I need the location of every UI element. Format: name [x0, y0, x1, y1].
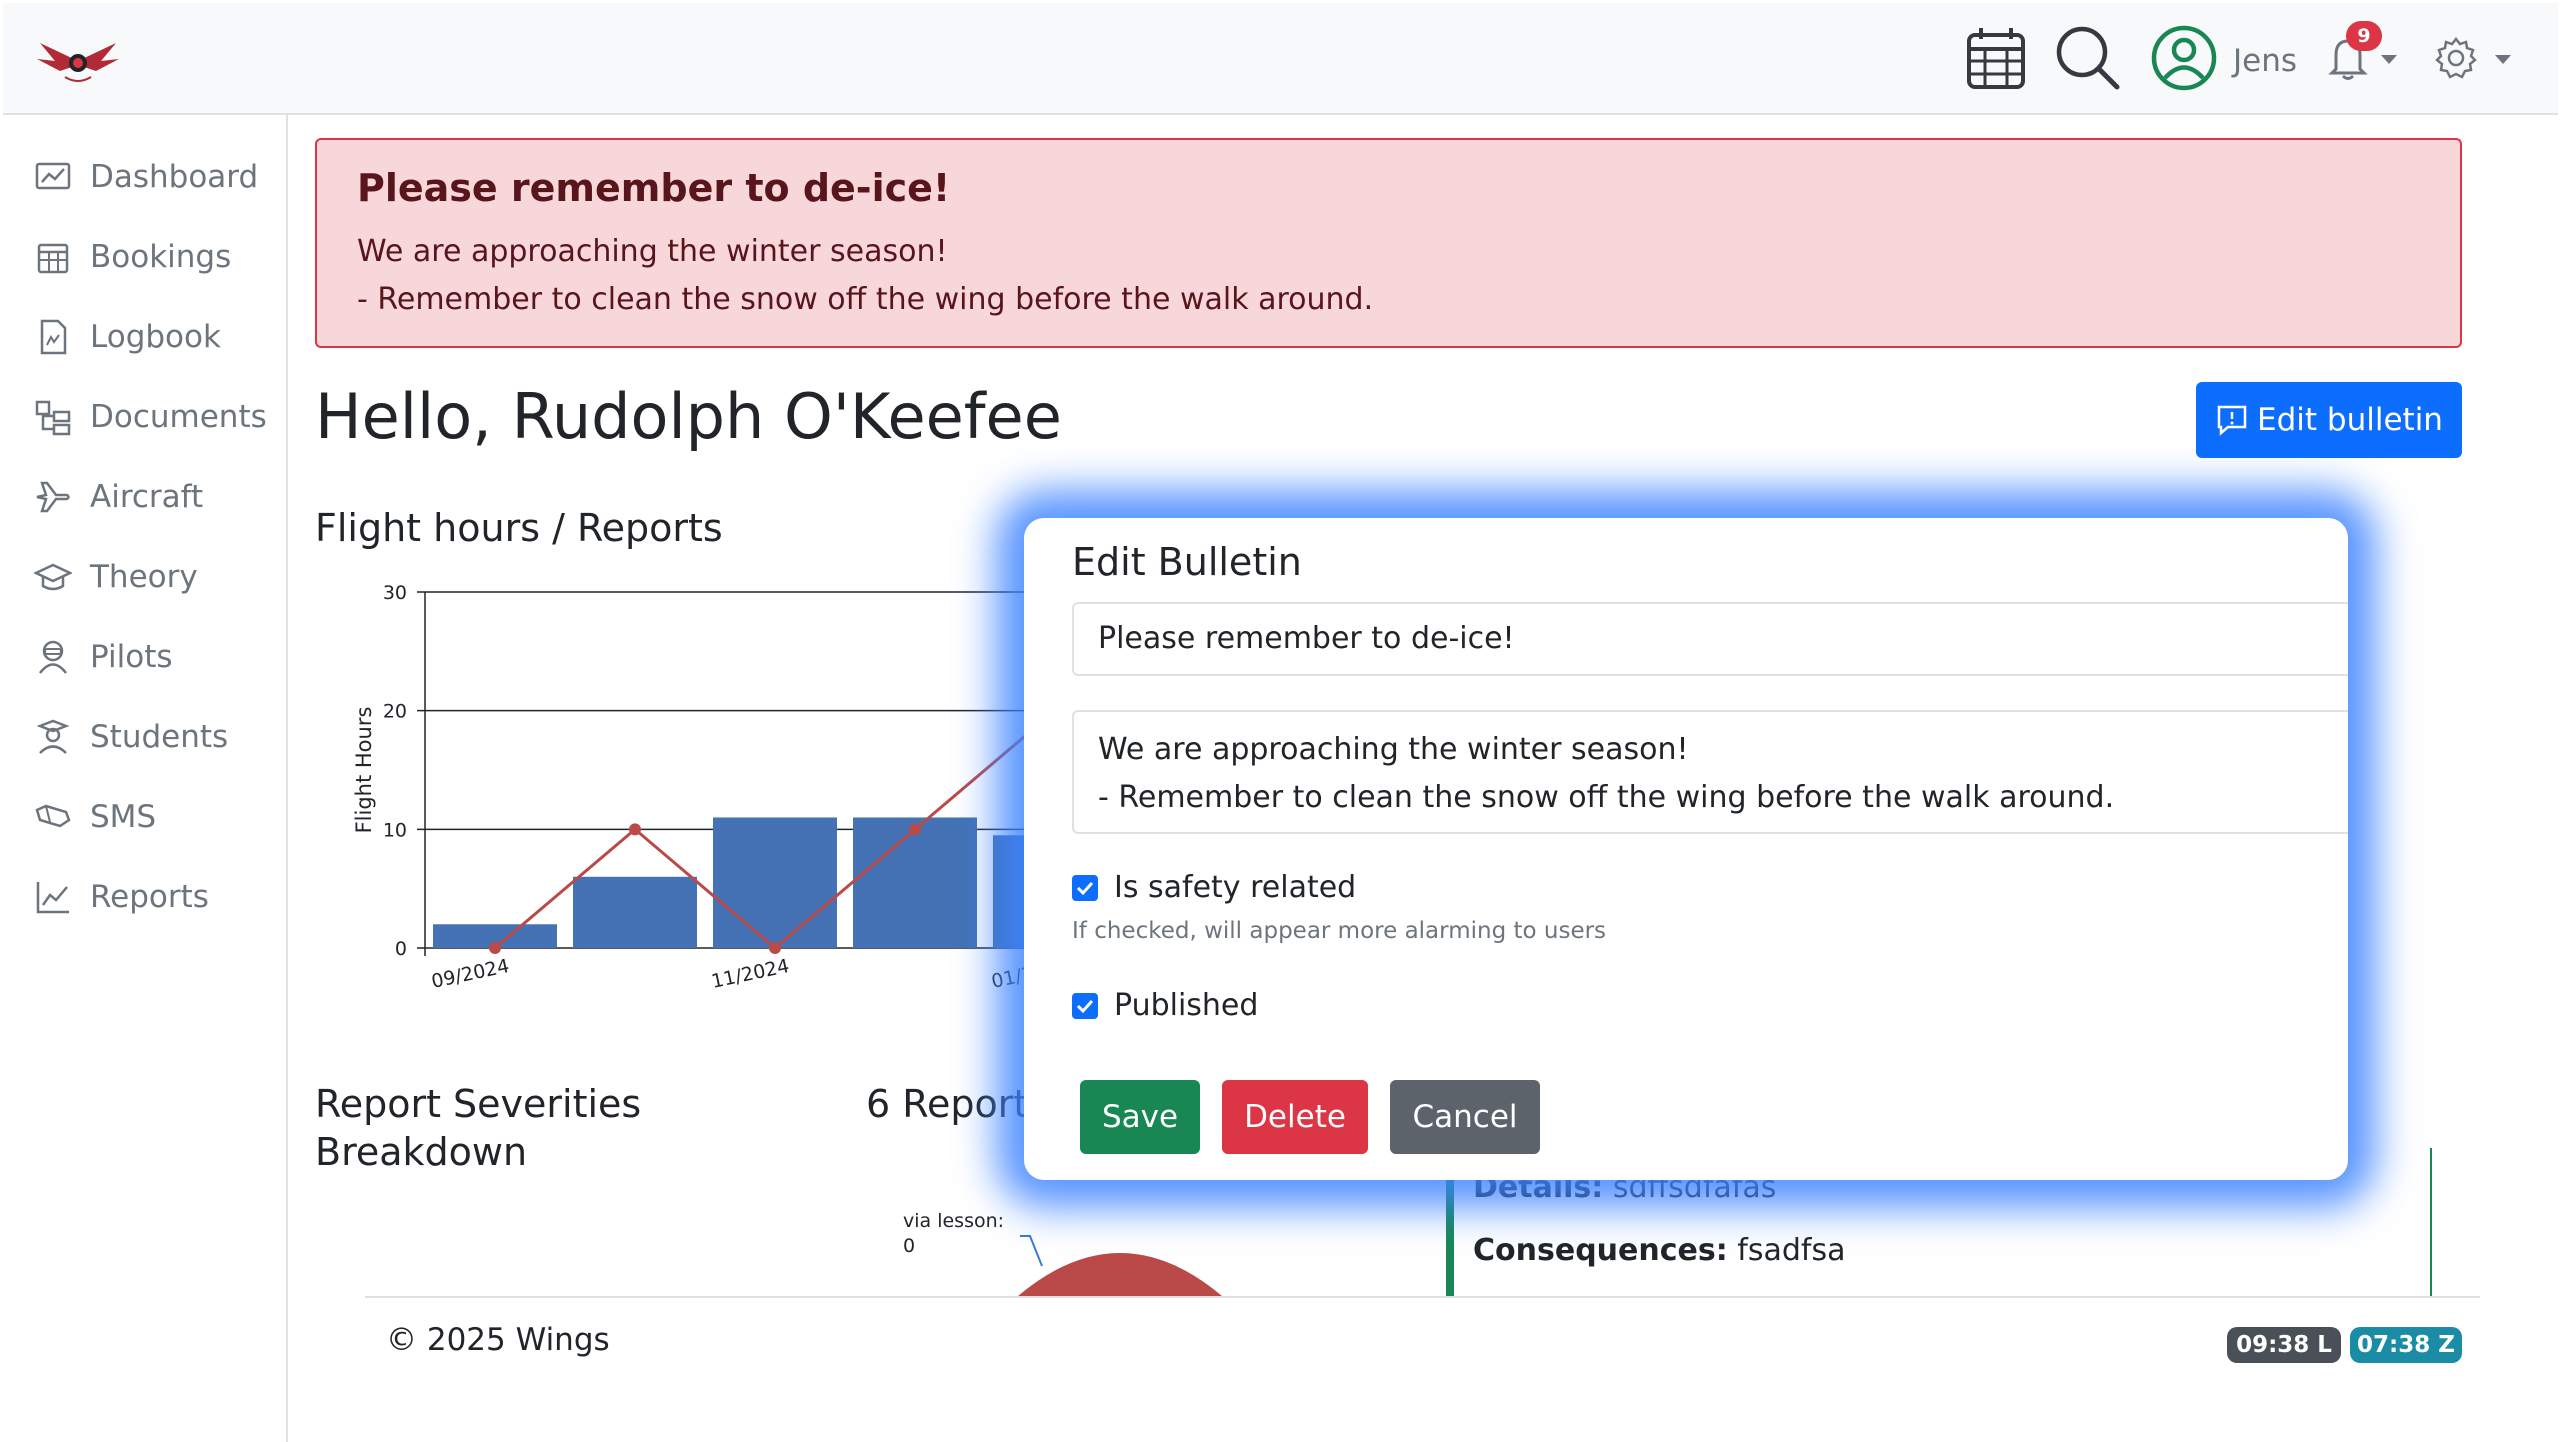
reports-point [489, 942, 501, 954]
checkmark-icon [1076, 999, 1094, 1013]
bulletin-body-textarea[interactable]: We are approaching the winter season! - … [1072, 710, 2348, 834]
sidebar-item-label: Students [90, 719, 229, 755]
sidebar-item-label: Dashboard [90, 159, 259, 195]
pie-slice [1018, 1253, 1222, 1296]
sidebar-item-label: Pilots [90, 639, 173, 675]
sidebar-item-reports[interactable]: Reports [34, 875, 209, 919]
zulu-time-badge: 07:38 Z [2350, 1327, 2462, 1363]
x-tick-label: 09/2024 [429, 955, 511, 993]
severities-title-line2: Breakdown [315, 1130, 528, 1174]
settings-dropdown-caret[interactable] [2495, 55, 2511, 64]
sidebar-item-logbook[interactable]: Logbook [34, 315, 221, 359]
reports-point [909, 823, 921, 836]
logbook-icon [40, 319, 67, 355]
documents-icon [35, 400, 71, 436]
cancel-button[interactable]: Cancel [1390, 1080, 1540, 1154]
alert-line-1: We are approaching the winter season! [357, 234, 948, 269]
sidebar-item-aircraft[interactable]: Aircraft [34, 475, 203, 519]
sidebar-item-label: Aircraft [90, 479, 204, 515]
sidebar-item-label: Bookings [90, 239, 232, 275]
footer-divider [365, 1296, 2480, 1298]
calendar-icon[interactable] [1965, 25, 2027, 91]
dashboard-icon [35, 162, 71, 190]
reports-point [629, 823, 641, 836]
modal-title: Edit Bulletin [1072, 540, 1302, 584]
alert-line-2: - Remember to clean the snow off the win… [357, 282, 1374, 317]
edit-bulletin-button[interactable]: Edit bulletin [2196, 382, 2462, 458]
bulletin-body-line-1: We are approaching the winter season! [1098, 732, 1689, 767]
footer-copyright: © 2025 Wings [386, 1322, 610, 1358]
published-label[interactable]: Published [1114, 988, 1258, 1023]
plane-icon [36, 481, 70, 513]
bulletin-body-line-2: - Remember to clean the snow off the win… [1098, 780, 2115, 815]
bar [713, 817, 837, 948]
edit-bulletin-label: Edit bulletin [2257, 402, 2443, 438]
save-button[interactable]: Save [1080, 1080, 1200, 1154]
bulletin-alert: Please remember to de-ice! We are approa… [315, 138, 2462, 348]
local-time-badge: 09:38 L [2227, 1327, 2341, 1363]
sidebar-item-label: Logbook [90, 319, 221, 355]
sidebar-item-dashboard[interactable]: Dashboard [34, 155, 258, 199]
sidebar-item-theory[interactable]: Theory [34, 555, 198, 599]
flight-hours-title: Flight hours / Reports [315, 506, 723, 550]
notification-count-badge: 9 [2346, 21, 2382, 51]
safety-related-label[interactable]: Is safety related [1114, 870, 1356, 905]
search-icon[interactable] [2055, 25, 2121, 91]
pie-label-line1: via lesson: [903, 1210, 1005, 1232]
bar [853, 817, 977, 948]
bulletin-title-input[interactable]: Please remember to de-ice! [1072, 602, 2348, 676]
sidebar-item-students[interactable]: Students [34, 715, 228, 759]
y-tick-label: 30 [383, 582, 407, 604]
sidebar-item-label: Reports [90, 879, 209, 915]
published-row: Published [1072, 988, 1258, 1023]
sidebar-item-documents[interactable]: Documents [34, 395, 267, 439]
bar [573, 876, 697, 948]
flight-hours-chart: 0102030Flight Hours09/2024 11/2024 01/2 [352, 582, 1030, 993]
sidebar-item-label: SMS [90, 799, 157, 835]
safety-help-text: If checked, will appear more alarming to… [1072, 918, 1607, 944]
x-tick-label: 11/2024 [709, 955, 791, 993]
safety-related-checkbox[interactable] [1072, 874, 1098, 901]
edit-bulletin-modal: Edit Bulletin Please remember to de-ice!… [1024, 518, 2348, 1180]
sidebar-item-label: Documents [90, 399, 267, 435]
y-tick-label: 10 [383, 819, 407, 841]
mortarboard-icon [34, 563, 72, 591]
checkmark-icon [1076, 881, 1094, 895]
sidebar: Dashboard Bookings Logbook Documents Air… [0, 115, 288, 1442]
gear-icon[interactable] [2435, 37, 2477, 79]
alert-title: Please remember to de-ice! [357, 166, 951, 210]
top-navbar: Jens 9 [3, 3, 2558, 115]
safety-related-row: Is safety related [1072, 870, 1356, 905]
sidebar-item-sms[interactable]: SMS [34, 795, 156, 839]
pie-label-leader-line [1020, 1235, 1043, 1267]
page-title: Hello, Rudolph O'Keefee [315, 380, 1062, 453]
sms-icon [35, 804, 71, 828]
delete-button[interactable]: Delete [1222, 1080, 1368, 1154]
notifications-dropdown-caret[interactable] [2381, 55, 2397, 64]
calendar-icon [37, 243, 69, 274]
pie-label-line2: 0 [903, 1235, 916, 1257]
user-avatar-icon[interactable] [2151, 25, 2217, 91]
chat-alert-icon [2217, 405, 2247, 436]
reports-icon [36, 882, 69, 914]
published-checkbox[interactable] [1072, 992, 1098, 1019]
wings-logo[interactable] [35, 31, 121, 89]
sidebar-item-pilots[interactable]: Pilots [34, 635, 173, 679]
pilot-icon [39, 640, 67, 674]
sidebar-item-bookings[interactable]: Bookings [34, 235, 231, 279]
severities-pie-chart [1018, 1235, 1222, 1296]
consequences-value: fsadfsa [1737, 1233, 1846, 1268]
consequences-label: Consequences: [1473, 1233, 1728, 1268]
student-icon [36, 719, 70, 754]
y-tick-label: 20 [383, 701, 407, 723]
y-tick-label: 0 [395, 938, 407, 960]
y-axis-label: Flight Hours [352, 707, 376, 834]
user-name[interactable]: Jens [2233, 43, 2297, 79]
sidebar-item-label: Theory [90, 559, 198, 595]
severities-title-line1: Report Severities [315, 1082, 642, 1126]
reports-count-title: 6 Report [866, 1082, 1029, 1126]
reports-point [769, 942, 781, 954]
